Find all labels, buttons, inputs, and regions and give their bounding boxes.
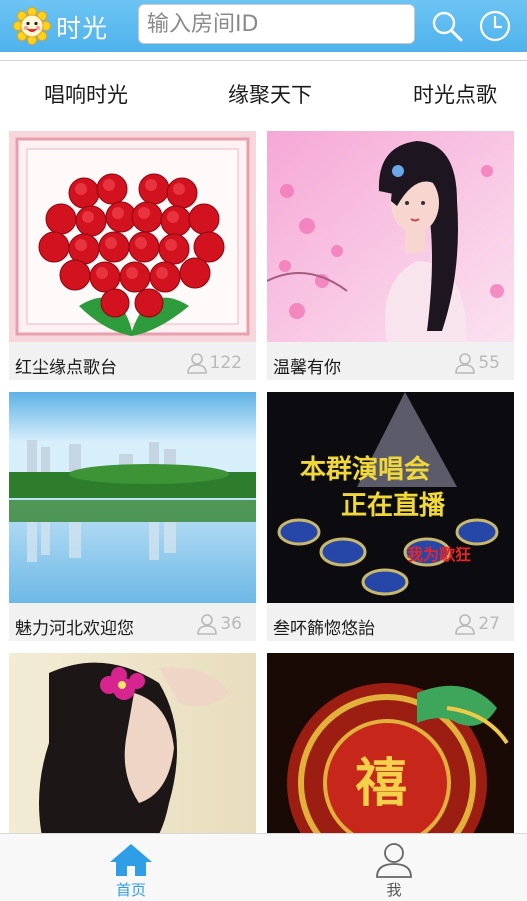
room-card[interactable]: 魅力河北欢迎您 36 [9, 392, 256, 641]
nav-home[interactable]: 首页 [91, 842, 171, 900]
nav-home-label: 首页 [115, 881, 146, 899]
room-listener-count: 36 [196, 613, 242, 635]
room-listener-count: 55 [454, 352, 500, 374]
home-icon [110, 844, 152, 876]
room-thumbnail-woman-blossoms [267, 131, 514, 342]
room-thumbnail-concert-stage: 本群演唱会 正在直播 我为歌狂 [267, 392, 514, 603]
app-title: 时光 [56, 14, 109, 43]
listener-count-value: 122 [209, 353, 242, 373]
room-listener-count: 122 [186, 352, 242, 374]
listener-count-value: 27 [478, 614, 500, 634]
tab-yuanju-tianxia[interactable]: 缘聚天下 [228, 79, 312, 109]
user-icon [376, 843, 412, 878]
smiling-sun-icon [13, 7, 51, 45]
svg-text:本群演唱会: 本群演唱会 [300, 454, 430, 485]
app-header: 时光 [0, 0, 527, 52]
clock-icon[interactable] [478, 9, 512, 43]
room-card[interactable]: 禧 [267, 653, 514, 833]
room-card[interactable]: 本群演唱会 正在直播 我为歌狂 叁吥籂惚悠詒 27 [267, 392, 514, 641]
room-card[interactable] [9, 653, 256, 833]
svg-text:我为歌狂: 我为歌狂 [407, 545, 471, 564]
category-tabs: 唱响时光 缘聚天下 时光点歌 [0, 60, 527, 122]
user-icon [455, 353, 476, 374]
room-id-search-input[interactable] [138, 4, 415, 44]
listener-count-value: 55 [478, 353, 500, 373]
listener-count-value: 36 [220, 614, 242, 634]
user-icon [455, 614, 476, 635]
user-icon [197, 614, 218, 635]
room-listener-count: 27 [454, 613, 500, 635]
room-name: 温馨有你 [273, 358, 341, 378]
room-thumbnail-city-lake [9, 392, 256, 603]
room-card[interactable]: 红尘缘点歌台 122 [9, 131, 256, 380]
room-thumbnail-red-roses [9, 131, 256, 342]
bottom-navigation: 首页 我 [0, 833, 527, 901]
svg-text:正在直播: 正在直播 [341, 491, 446, 521]
svg-text:禧: 禧 [355, 754, 407, 814]
nav-me[interactable]: 我 [354, 842, 434, 900]
search-icon[interactable] [430, 9, 464, 43]
room-name: 红尘缘点歌台 [15, 358, 117, 378]
room-name: 魅力河北欢迎您 [15, 619, 134, 639]
user-icon [186, 353, 207, 374]
room-thumbnail-woman-flower [9, 653, 256, 833]
room-name: 叁吥籂惚悠詒 [273, 619, 375, 639]
room-thumbnail-dragon-emblem: 禧 [267, 653, 514, 833]
nav-me-label: 我 [386, 881, 402, 899]
tab-changxiang-shiguang[interactable]: 唱响时光 [44, 79, 128, 109]
tab-shiguang-diange[interactable]: 时光点歌 [413, 79, 497, 109]
room-card[interactable]: 温馨有你 55 [267, 131, 514, 380]
